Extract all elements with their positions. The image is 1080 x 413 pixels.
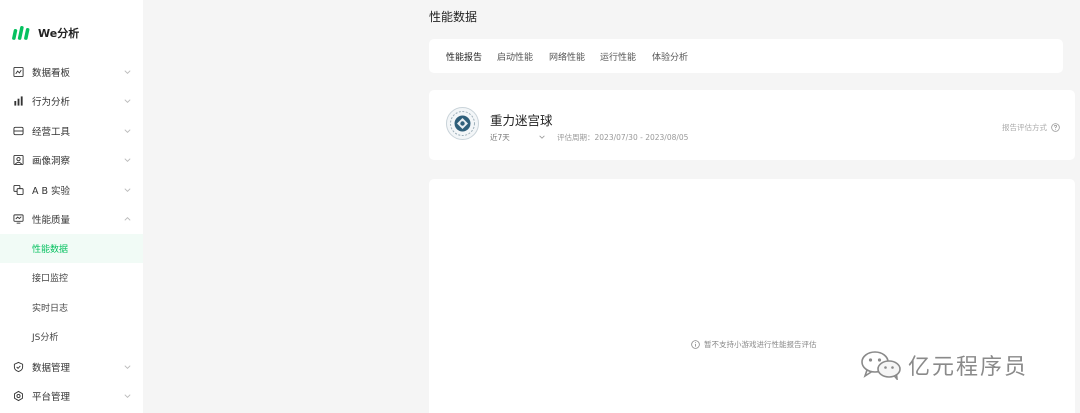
sidebar-item-label: 平台管理 (32, 391, 71, 403)
sidebar-item-ab-test[interactable]: A B 实验 (0, 175, 143, 204)
ab-test-icon (13, 184, 24, 195)
toolbox-icon (13, 126, 24, 135)
sidebar-subitem-realtime-log[interactable]: 实时日志 (0, 293, 143, 322)
chevron-down-icon (124, 98, 131, 103)
tab-startup-performance[interactable]: 启动性能 (497, 50, 533, 63)
tab-bar: 性能报告 启动性能 网络性能 运行性能 体验分析 (429, 39, 1063, 73)
sidebar-item-label: 画像洞察 (32, 155, 71, 167)
report-method-link[interactable]: 报告评估方式 (1002, 122, 1060, 133)
sidebar-subitem-js-analysis[interactable]: JS分析 (0, 322, 143, 351)
tab-network-performance[interactable]: 网络性能 (549, 50, 585, 63)
sidebar-subitem-api-monitor[interactable]: 接口监控 (0, 263, 143, 292)
watermark-text: 亿元程序员 (908, 355, 1029, 380)
sidebar-item-dashboard[interactable]: 数据看板 (0, 57, 143, 86)
sidebar-item-label: 经营工具 (32, 126, 71, 138)
sidebar-subitem-label: JS分析 (32, 333, 59, 343)
chevron-down-icon (124, 69, 131, 74)
dashboard-icon (13, 66, 24, 77)
game-info-card: 重力迷宫球 近7天 评估周期：2023/07/30 - 2023/08/05 报… (429, 90, 1075, 160)
chevron-up-icon (124, 216, 131, 221)
tab-runtime-performance[interactable]: 运行性能 (600, 50, 636, 63)
chevron-down-icon (539, 135, 545, 139)
chevron-down-icon (124, 364, 131, 369)
tab-experience-analysis[interactable]: 体验分析 (652, 50, 688, 63)
period-select-value: 近7天 (490, 133, 510, 142)
monitor-icon (13, 213, 24, 224)
chevron-down-icon (124, 187, 131, 192)
sidebar-item-portrait[interactable]: 画像洞察 (0, 145, 143, 174)
game-avatar (446, 107, 479, 140)
page-title: 性能数据 (429, 10, 478, 24)
wechat-logo-icon (861, 351, 901, 380)
game-name: 重力迷宫球 (490, 113, 553, 128)
sidebar-item-label: A B 实验 (32, 185, 71, 197)
sidebar-subitem-performance-data[interactable]: 性能数据 (0, 234, 143, 263)
watermark: 亿元程序员 (860, 345, 1028, 385)
sidebar: We分析 数据看板 行为分析 经营工具 画像洞察 A B 实验 性能质量 性能数… (0, 0, 143, 413)
empty-state: 暂不支持小游戏进行性能报告评估 (691, 339, 817, 350)
chevron-down-icon (124, 393, 131, 398)
sidebar-item-platform-management[interactable]: 平台管理 (0, 381, 143, 410)
chevron-down-icon (124, 157, 131, 162)
chevron-down-icon (124, 128, 131, 133)
report-method-label: 报告评估方式 (1002, 123, 1047, 132)
sidebar-item-label: 数据看板 (32, 67, 71, 79)
sidebar-subitem-label: 接口监控 (32, 274, 69, 284)
sidebar-item-behavior[interactable]: 行为分析 (0, 86, 143, 115)
empty-state-message: 暂不支持小游戏进行性能报告评估 (704, 340, 817, 349)
sidebar-item-label: 数据管理 (32, 362, 71, 374)
sidebar-item-performance[interactable]: 性能质量 (0, 204, 143, 233)
sidebar-item-label: 行为分析 (32, 96, 71, 108)
info-icon (691, 340, 700, 349)
sidebar-item-tools[interactable]: 经营工具 (0, 116, 143, 145)
sidebar-subitem-label: 性能数据 (32, 245, 69, 255)
sidebar-subitem-label: 实时日志 (32, 304, 69, 314)
shield-icon (13, 361, 24, 372)
tab-performance-report[interactable]: 性能报告 (446, 50, 482, 63)
sidebar-item-data-management[interactable]: 数据管理 (0, 352, 143, 381)
period-select[interactable]: 近7天 (490, 132, 545, 144)
app-name: We分析 (38, 27, 80, 40)
eval-period-text: 评估周期：2023/07/30 - 2023/08/05 (557, 133, 689, 142)
help-icon (1051, 123, 1060, 132)
sidebar-item-label: 性能质量 (32, 214, 71, 226)
we-analysis-logo-icon (12, 26, 30, 40)
settings-icon (14, 390, 23, 401)
portrait-icon (13, 154, 24, 165)
bar-chart-icon (14, 95, 23, 106)
app-logo[interactable]: We分析 (12, 22, 79, 44)
